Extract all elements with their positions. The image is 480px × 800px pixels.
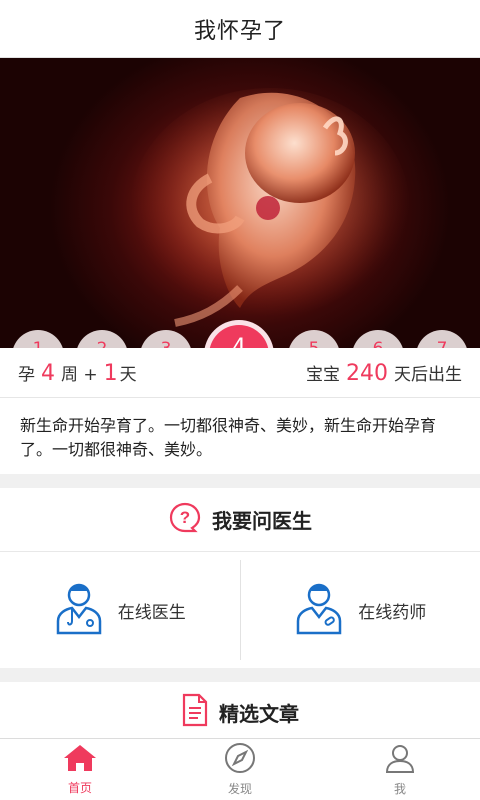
description-text: 新生命开始孕育了。一切都很神奇、美妙，新生命开始孕育了。一切都很神奇、美妙。	[20, 416, 437, 459]
ask-doctor-title: 我要问医生	[212, 509, 312, 533]
compass-icon	[224, 742, 256, 778]
days-suffix: 天后出生	[394, 364, 462, 385]
doctor-icon	[54, 581, 104, 639]
tab-discover[interactable]: 发现	[160, 739, 320, 800]
featured-articles-header[interactable]: 精选文章	[0, 682, 480, 742]
week-3-button[interactable]: 3 WK	[140, 330, 192, 348]
online-pharmacist-button[interactable]: 在线药师	[241, 552, 480, 668]
featured-articles-section: 精选文章	[0, 682, 480, 742]
fetus-hero-image: 1 WK 2 WK 3 WK 4 WK 5 WK 6 WK 7 WK	[0, 58, 480, 348]
ask-doctor-section: ? 我要问医生 在线医生 在线药师	[0, 488, 480, 668]
week-number: 6	[373, 340, 384, 348]
person-icon	[384, 742, 416, 778]
pregnancy-day-value: 1	[103, 360, 118, 386]
week-6-button[interactable]: 6 WK	[352, 330, 404, 348]
week-description: 新生命开始孕育了。一切都很神奇、美妙，新生命开始孕育了。一切都很神奇、美妙。	[0, 398, 480, 474]
due-countdown: 宝宝 240 天后出生	[306, 360, 462, 386]
week-number: 5	[309, 340, 320, 348]
pharmacist-icon	[294, 581, 344, 639]
online-doctor-label: 在线医生	[117, 602, 186, 623]
week-number: 2	[97, 340, 108, 348]
tab-label: 我	[393, 782, 406, 796]
app-header: 我怀孕了	[0, 0, 480, 58]
week-number: 4	[232, 335, 246, 349]
page-title: 我怀孕了	[193, 18, 286, 44]
week-number: 1	[33, 340, 44, 348]
week-5-button[interactable]: 5 WK	[288, 330, 340, 348]
week-number: 7	[437, 340, 448, 348]
pregnancy-week-value: 4	[41, 360, 55, 386]
document-icon	[181, 693, 209, 731]
bottom-tab-bar: 首页 发现 我	[0, 738, 480, 800]
days-until-birth: 240	[346, 360, 388, 386]
home-icon	[63, 743, 97, 777]
ask-doctor-header[interactable]: ? 我要问医生	[0, 488, 480, 552]
embryo-illustration	[130, 88, 410, 328]
week-selector: 1 WK 2 WK 3 WK 4 WK 5 WK 6 WK 7 WK	[0, 320, 480, 349]
tab-me[interactable]: 我	[320, 739, 480, 800]
online-pharmacist-label: 在线药师	[358, 602, 427, 623]
tab-home[interactable]: 首页	[0, 739, 160, 800]
pregnancy-status-row: 孕 4 周 + 1 天 宝宝 240 天后出生	[0, 348, 480, 398]
online-doctor-button[interactable]: 在线医生	[0, 552, 240, 668]
pregnancy-day-unit: 天	[119, 364, 137, 385]
pregnancy-week-unit: 周 +	[61, 364, 98, 385]
ask-doctor-options: 在线医生 在线药师	[0, 552, 480, 668]
tab-label: 发现	[227, 782, 252, 796]
pregnancy-prefix: 孕	[18, 364, 35, 385]
pregnancy-progress: 孕 4 周 + 1 天	[18, 360, 137, 386]
tab-label: 首页	[67, 781, 92, 795]
featured-articles-title: 精选文章	[219, 701, 299, 726]
week-number: 3	[161, 340, 172, 348]
week-1-button[interactable]: 1 WK	[12, 330, 64, 348]
week-2-button[interactable]: 2 WK	[76, 330, 128, 348]
baby-prefix: 宝宝	[306, 364, 340, 385]
question-bubble-icon: ?	[168, 501, 202, 539]
svg-text:?: ?	[180, 508, 190, 527]
week-7-button[interactable]: 7 WK	[416, 330, 468, 348]
